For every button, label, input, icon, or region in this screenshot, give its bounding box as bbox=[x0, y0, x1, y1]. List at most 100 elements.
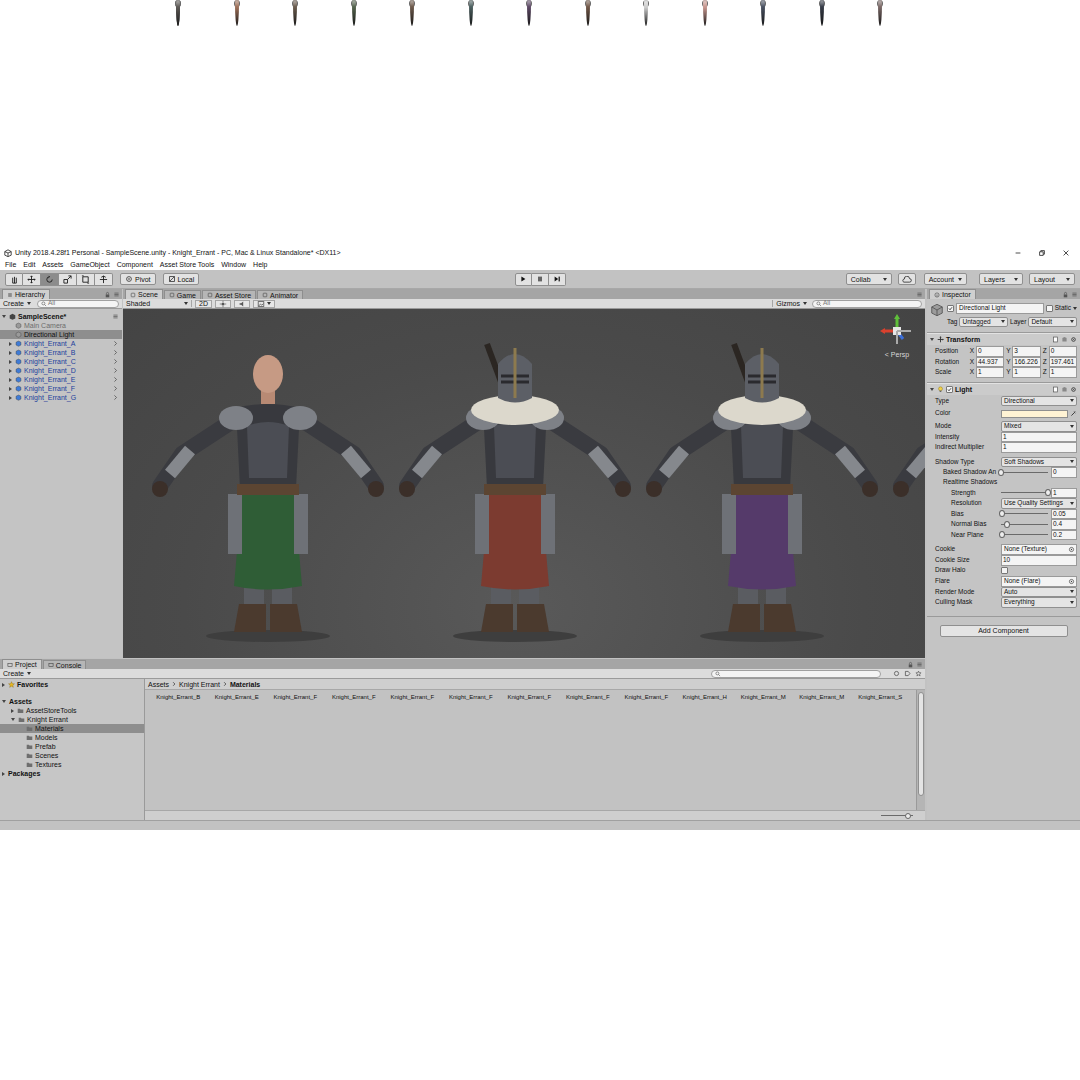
fold-arrow-icon[interactable] bbox=[930, 388, 934, 391]
2d-toggle[interactable]: 2D bbox=[195, 300, 212, 308]
material-asset[interactable]: Knight_Errant_F bbox=[442, 694, 501, 762]
slider-thumb[interactable] bbox=[1004, 521, 1010, 528]
tool-button[interactable] bbox=[41, 273, 59, 286]
scene-tab[interactable]: Asset Store bbox=[202, 290, 256, 299]
material-asset[interactable]: Knight_Errant_H bbox=[676, 694, 735, 762]
panel-menu-icon[interactable] bbox=[916, 661, 923, 668]
slider-thumb[interactable] bbox=[998, 469, 1004, 476]
dropdown[interactable]: Everything bbox=[1001, 597, 1077, 608]
material-asset[interactable]: Knight_Errant_F bbox=[617, 694, 676, 762]
material-asset[interactable]: Knight_Errant_M bbox=[793, 694, 852, 762]
filter-type-icon[interactable] bbox=[893, 670, 900, 677]
hierarchy-item[interactable]: Knight_Errant_B bbox=[0, 348, 122, 357]
hierarchy-item[interactable]: Knight_Errant_D bbox=[0, 366, 122, 375]
open-prefab-chevron-icon[interactable] bbox=[112, 358, 119, 365]
component-enabled-checkbox[interactable] bbox=[946, 386, 953, 393]
expand-arrow-icon[interactable] bbox=[9, 396, 12, 400]
material-asset[interactable]: Knight_Errant_S bbox=[851, 694, 910, 762]
scrollbar-thumb[interactable] bbox=[918, 692, 924, 796]
preset-icon[interactable] bbox=[1061, 386, 1068, 393]
open-prefab-chevron-icon[interactable] bbox=[112, 376, 119, 383]
lock-icon[interactable] bbox=[907, 661, 914, 668]
expand-arrow-icon[interactable] bbox=[2, 315, 6, 318]
expand-arrow-icon[interactable] bbox=[2, 683, 5, 687]
audio-toggle[interactable] bbox=[234, 300, 250, 308]
lock-icon[interactable] bbox=[104, 291, 111, 298]
slider[interactable] bbox=[1001, 510, 1048, 517]
lock-icon[interactable] bbox=[1062, 291, 1069, 298]
pivot-button[interactable]: Pivot bbox=[120, 273, 156, 285]
projection-label[interactable]: < Persp bbox=[885, 351, 909, 358]
component-header[interactable]: Transform bbox=[927, 333, 1080, 345]
number-field[interactable]: 1 bbox=[1001, 432, 1077, 443]
panel-menu-icon[interactable] bbox=[113, 291, 120, 298]
layout-dropdown[interactable]: Layout bbox=[1029, 273, 1075, 285]
step-button[interactable] bbox=[549, 273, 566, 286]
dropdown[interactable]: Soft Shadows bbox=[1001, 457, 1077, 468]
material-asset[interactable]: Knight_Errant_F bbox=[500, 694, 559, 762]
color-field[interactable] bbox=[1001, 410, 1077, 418]
number-field[interactable]: 166.226 bbox=[1012, 357, 1040, 368]
help-icon[interactable] bbox=[1052, 336, 1059, 343]
hierarchy-item[interactable]: Knight_Errant_F bbox=[0, 384, 122, 393]
search-field[interactable]: All bbox=[37, 300, 119, 308]
play-button[interactable] bbox=[515, 273, 532, 286]
fold-arrow-icon[interactable] bbox=[930, 338, 934, 341]
open-prefab-chevron-icon[interactable] bbox=[112, 349, 119, 356]
slider-thumb[interactable] bbox=[999, 531, 1005, 538]
slider-thumb[interactable] bbox=[999, 510, 1005, 517]
help-icon[interactable] bbox=[1052, 386, 1059, 393]
minimize-icon[interactable] bbox=[1014, 249, 1022, 257]
scrollbar[interactable] bbox=[916, 690, 925, 810]
close-icon[interactable] bbox=[1062, 249, 1070, 257]
panel-menu-icon[interactable] bbox=[1071, 291, 1078, 298]
color-swatch[interactable] bbox=[1001, 410, 1068, 418]
expand-arrow-icon[interactable] bbox=[9, 351, 12, 355]
cloud-button[interactable] bbox=[898, 273, 916, 285]
breadcrumb-item[interactable]: Assets bbox=[148, 681, 169, 688]
slider[interactable] bbox=[1001, 489, 1048, 496]
folder-item[interactable]: Assets bbox=[0, 697, 144, 706]
collab-dropdown[interactable]: Collab bbox=[846, 273, 892, 285]
orientation-gizmo[interactable]: < Persp bbox=[877, 313, 917, 358]
folder-item[interactable]: Textures bbox=[0, 760, 144, 769]
tool-button[interactable] bbox=[23, 273, 41, 286]
scene-tab[interactable]: Game bbox=[164, 290, 201, 299]
number-field[interactable]: 1 bbox=[1001, 442, 1077, 453]
scene-tab[interactable]: Scene bbox=[125, 289, 163, 299]
material-asset[interactable] bbox=[149, 762, 208, 810]
caret-icon[interactable] bbox=[1073, 307, 1077, 310]
tool-button[interactable] bbox=[77, 273, 95, 286]
material-asset[interactable]: Knight_Errant_M bbox=[734, 694, 793, 762]
effects-dropdown[interactable] bbox=[253, 300, 275, 308]
preset-icon[interactable] bbox=[1061, 336, 1068, 343]
number-field[interactable]: 0 bbox=[1051, 467, 1077, 478]
menu-item[interactable]: Help bbox=[253, 261, 267, 268]
tool-button[interactable] bbox=[5, 273, 23, 286]
expand-arrow-icon[interactable] bbox=[9, 342, 12, 346]
component-header[interactable]: Light bbox=[927, 383, 1080, 395]
folder-item[interactable]: Knight Errant bbox=[0, 715, 144, 724]
shading-dropdown[interactable]: Shaded bbox=[126, 300, 192, 307]
open-prefab-chevron-icon[interactable] bbox=[112, 340, 119, 347]
expand-arrow-icon[interactable] bbox=[11, 718, 15, 721]
slider[interactable] bbox=[1001, 521, 1048, 528]
dropdown[interactable]: Directional bbox=[1001, 396, 1077, 407]
folder-item[interactable]: Models bbox=[0, 733, 144, 742]
number-field[interactable]: 1 bbox=[1049, 367, 1077, 378]
knight-model[interactable] bbox=[642, 336, 882, 646]
number-field[interactable]: 1 bbox=[976, 367, 1004, 378]
active-checkbox[interactable] bbox=[947, 305, 954, 312]
scene-menu-icon[interactable] bbox=[112, 313, 119, 320]
settings-icon[interactable] bbox=[1070, 386, 1077, 393]
tool-button[interactable] bbox=[59, 273, 77, 286]
object-picker-icon[interactable] bbox=[1068, 546, 1075, 553]
slider[interactable] bbox=[1001, 469, 1048, 476]
number-field[interactable]: 1 bbox=[1012, 367, 1040, 378]
inspector-tab[interactable]: Inspector bbox=[929, 289, 976, 299]
tag-dropdown[interactable]: Untagged bbox=[959, 317, 1008, 328]
filter-label-icon[interactable] bbox=[904, 670, 911, 677]
search-field[interactable] bbox=[711, 670, 881, 678]
add-component-button[interactable]: Add Component bbox=[940, 625, 1068, 637]
menu-item[interactable]: Asset Store Tools bbox=[160, 261, 214, 268]
